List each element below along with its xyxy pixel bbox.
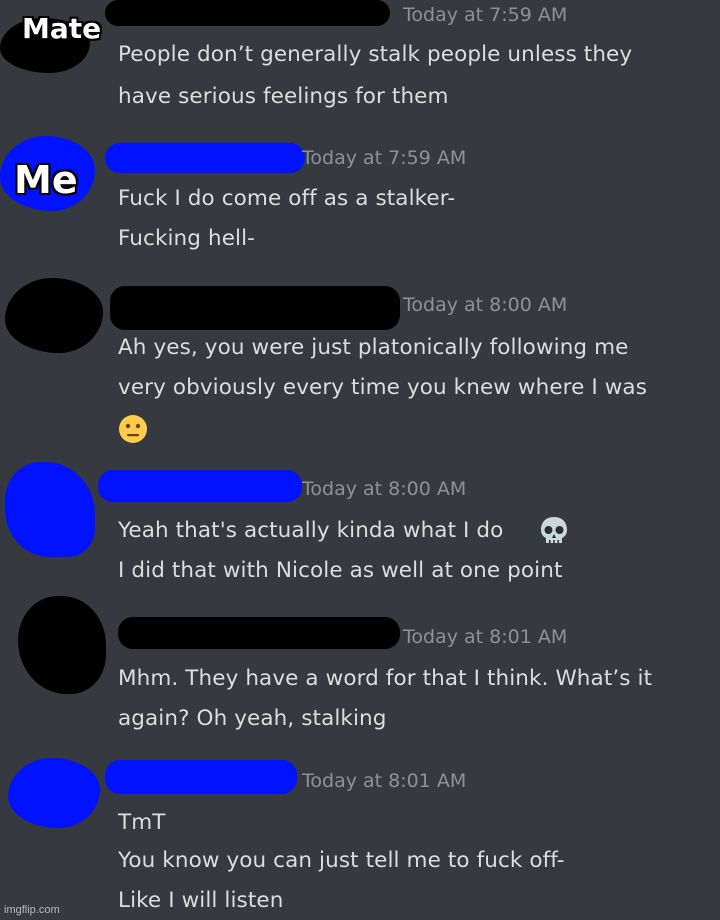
message-text-line: People don’t generally stalk people unle… (118, 42, 633, 67)
message-timestamp: Today at 8:01 AM (403, 626, 568, 648)
message-timestamp: Today at 7:59 AM (302, 147, 467, 169)
skull-emoji (538, 515, 570, 551)
message-text-line: Mhm. They have a word for that I think. … (118, 666, 653, 691)
redacted-avatar (5, 462, 95, 557)
redacted-username (105, 0, 390, 26)
neutral-face-emoji (118, 414, 148, 448)
message-text-line: Ah yes, you were just platonically follo… (118, 335, 629, 360)
message-timestamp: Today at 8:00 AM (403, 294, 568, 316)
redacted-username (118, 617, 400, 649)
redacted-username (105, 143, 305, 173)
message-timestamp: Today at 8:00 AM (302, 478, 467, 500)
message-text-line: very obviously every time you knew where… (118, 375, 648, 400)
redacted-username (105, 760, 297, 794)
redacted-username (110, 286, 400, 330)
message-text-line: Like I will listen (118, 888, 284, 913)
redacted-avatar (8, 758, 100, 828)
mate-label: Mate (22, 12, 102, 45)
message-text-line: Yeah that's actually kinda what I do (118, 518, 504, 543)
message-text-line: have serious feelings for them (118, 84, 449, 109)
message-text-line: You know you can just tell me to fuck of… (118, 848, 565, 873)
message-timestamp: Today at 7:59 AM (403, 4, 568, 26)
redacted-avatar (18, 596, 106, 694)
watermark: imgflip.com (4, 904, 60, 916)
message-text-line: Fuck I do come off as a stalker- (118, 186, 456, 211)
message-text-line: Fucking hell- (118, 226, 256, 251)
message-timestamp: Today at 8:01 AM (302, 770, 467, 792)
message-text-line: I did that with Nicole as well at one po… (118, 558, 563, 583)
message-text-line: TmT (118, 810, 166, 835)
redacted-avatar (5, 278, 103, 353)
message-text-line: again? Oh yeah, stalking (118, 706, 387, 731)
me-label: Me (14, 158, 78, 202)
redacted-username (98, 470, 302, 502)
